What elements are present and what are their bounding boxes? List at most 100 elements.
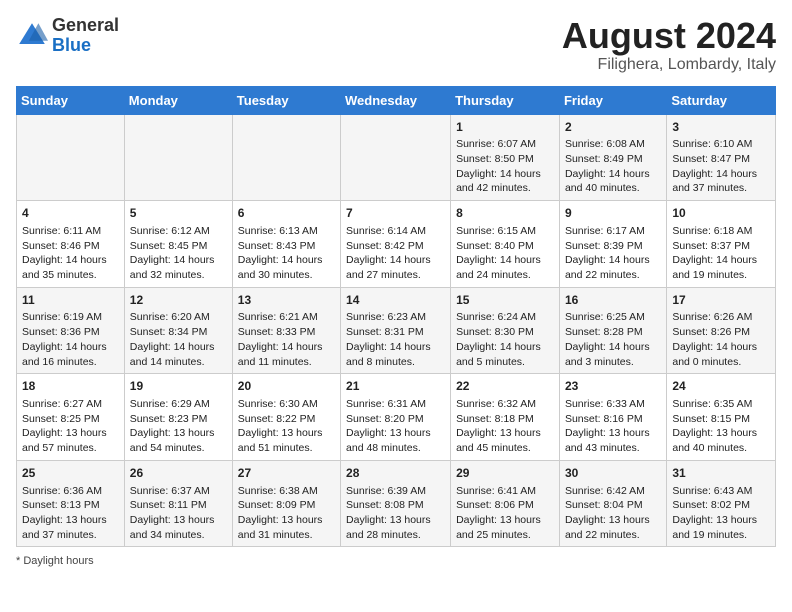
calendar-cell: 24Sunrise: 6:35 AMSunset: 8:15 PMDayligh…	[667, 374, 776, 461]
sunrise-text: Sunrise: 6:31 AM	[346, 398, 426, 410]
day-number: 4	[22, 205, 119, 222]
daylight-text: Daylight: 14 hours and 30 minutes.	[238, 254, 323, 281]
daylight-text: Daylight: 13 hours and 40 minutes.	[672, 427, 757, 454]
day-number: 3	[672, 119, 770, 136]
day-number: 30	[565, 465, 661, 482]
daylight-text: Daylight: 13 hours and 22 minutes.	[565, 514, 650, 541]
calendar-week-row: 4Sunrise: 6:11 AMSunset: 8:46 PMDaylight…	[17, 201, 776, 288]
sunrise-text: Sunrise: 6:27 AM	[22, 398, 102, 410]
day-number: 8	[456, 205, 554, 222]
sunrise-text: Sunrise: 6:17 AM	[565, 225, 645, 237]
day-number: 20	[238, 378, 335, 395]
calendar-cell	[232, 114, 340, 201]
day-number: 7	[346, 205, 445, 222]
day-number: 14	[346, 292, 445, 309]
sunrise-text: Sunrise: 6:23 AM	[346, 311, 426, 323]
month-year: August 2024	[562, 16, 776, 56]
sunset-text: Sunset: 8:33 PM	[238, 326, 316, 338]
daylight-text: Daylight: 14 hours and 11 minutes.	[238, 341, 323, 368]
day-number: 15	[456, 292, 554, 309]
calendar-cell: 28Sunrise: 6:39 AMSunset: 8:08 PMDayligh…	[341, 460, 451, 547]
logo-icon	[16, 20, 48, 52]
sunset-text: Sunset: 8:13 PM	[22, 499, 100, 511]
footer-note: * Daylight hours	[16, 555, 776, 567]
day-number: 22	[456, 378, 554, 395]
calendar-cell: 11Sunrise: 6:19 AMSunset: 8:36 PMDayligh…	[17, 287, 125, 374]
calendar-cell: 25Sunrise: 6:36 AMSunset: 8:13 PMDayligh…	[17, 460, 125, 547]
sunset-text: Sunset: 8:36 PM	[22, 326, 100, 338]
sunrise-text: Sunrise: 6:38 AM	[238, 485, 318, 497]
day-number: 5	[130, 205, 227, 222]
sunset-text: Sunset: 8:16 PM	[565, 413, 643, 425]
day-number: 12	[130, 292, 227, 309]
calendar-table: SundayMondayTuesdayWednesdayThursdayFrid…	[16, 86, 776, 548]
daylight-text: Daylight: 13 hours and 48 minutes.	[346, 427, 431, 454]
sunset-text: Sunset: 8:34 PM	[130, 326, 208, 338]
day-number: 26	[130, 465, 227, 482]
sunrise-text: Sunrise: 6:20 AM	[130, 311, 210, 323]
daylight-text: Daylight: 13 hours and 19 minutes.	[672, 514, 757, 541]
sunrise-text: Sunrise: 6:37 AM	[130, 485, 210, 497]
calendar-week-row: 1Sunrise: 6:07 AMSunset: 8:50 PMDaylight…	[17, 114, 776, 201]
header: General Blue August 2024 Filighera, Lomb…	[16, 16, 776, 74]
day-of-week-header: Friday	[559, 86, 666, 114]
sunset-text: Sunset: 8:23 PM	[130, 413, 208, 425]
calendar-cell: 10Sunrise: 6:18 AMSunset: 8:37 PMDayligh…	[667, 201, 776, 288]
calendar-week-row: 25Sunrise: 6:36 AMSunset: 8:13 PMDayligh…	[17, 460, 776, 547]
sunset-text: Sunset: 8:25 PM	[22, 413, 100, 425]
daylight-text: Daylight: 14 hours and 40 minutes.	[565, 168, 650, 195]
location: Filighera, Lombardy, Italy	[562, 56, 776, 74]
calendar-cell: 29Sunrise: 6:41 AMSunset: 8:06 PMDayligh…	[451, 460, 560, 547]
sunset-text: Sunset: 8:26 PM	[672, 326, 750, 338]
sunset-text: Sunset: 8:11 PM	[130, 499, 207, 511]
day-number: 6	[238, 205, 335, 222]
sunset-text: Sunset: 8:18 PM	[456, 413, 534, 425]
day-number: 10	[672, 205, 770, 222]
daylight-text: Daylight: 14 hours and 8 minutes.	[346, 341, 431, 368]
day-number: 28	[346, 465, 445, 482]
sunset-text: Sunset: 8:40 PM	[456, 240, 534, 252]
day-number: 29	[456, 465, 554, 482]
sunset-text: Sunset: 8:37 PM	[672, 240, 750, 252]
sunset-text: Sunset: 8:20 PM	[346, 413, 424, 425]
day-number: 31	[672, 465, 770, 482]
calendar-cell: 8Sunrise: 6:15 AMSunset: 8:40 PMDaylight…	[451, 201, 560, 288]
calendar-cell: 16Sunrise: 6:25 AMSunset: 8:28 PMDayligh…	[559, 287, 666, 374]
sunrise-text: Sunrise: 6:29 AM	[130, 398, 210, 410]
day-number: 17	[672, 292, 770, 309]
sunrise-text: Sunrise: 6:13 AM	[238, 225, 318, 237]
sunset-text: Sunset: 8:06 PM	[456, 499, 534, 511]
daylight-text: Daylight: 13 hours and 37 minutes.	[22, 514, 107, 541]
day-of-week-header: Thursday	[451, 86, 560, 114]
day-number: 1	[456, 119, 554, 136]
day-of-week-header: Monday	[124, 86, 232, 114]
calendar-cell: 2Sunrise: 6:08 AMSunset: 8:49 PMDaylight…	[559, 114, 666, 201]
daylight-text: Daylight: 14 hours and 3 minutes.	[565, 341, 650, 368]
calendar-cell: 22Sunrise: 6:32 AMSunset: 8:18 PMDayligh…	[451, 374, 560, 461]
sunset-text: Sunset: 8:42 PM	[346, 240, 424, 252]
daylight-text: Daylight: 14 hours and 14 minutes.	[130, 341, 215, 368]
sunrise-text: Sunrise: 6:26 AM	[672, 311, 752, 323]
calendar-cell: 9Sunrise: 6:17 AMSunset: 8:39 PMDaylight…	[559, 201, 666, 288]
title-area: August 2024 Filighera, Lombardy, Italy	[562, 16, 776, 74]
sunrise-text: Sunrise: 6:24 AM	[456, 311, 536, 323]
daylight-text: Daylight: 14 hours and 22 minutes.	[565, 254, 650, 281]
day-number: 27	[238, 465, 335, 482]
calendar-week-row: 18Sunrise: 6:27 AMSunset: 8:25 PMDayligh…	[17, 374, 776, 461]
sunrise-text: Sunrise: 6:32 AM	[456, 398, 536, 410]
daylight-text: Daylight: 13 hours and 34 minutes.	[130, 514, 215, 541]
sunrise-text: Sunrise: 6:19 AM	[22, 311, 102, 323]
daylight-text: Daylight: 14 hours and 37 minutes.	[672, 168, 757, 195]
day-number: 11	[22, 292, 119, 309]
day-number: 2	[565, 119, 661, 136]
daylight-text: Daylight: 13 hours and 25 minutes.	[456, 514, 541, 541]
sunrise-text: Sunrise: 6:18 AM	[672, 225, 752, 237]
daylight-text: Daylight: 13 hours and 51 minutes.	[238, 427, 323, 454]
sunset-text: Sunset: 8:39 PM	[565, 240, 643, 252]
daylight-text: Daylight: 14 hours and 32 minutes.	[130, 254, 215, 281]
sunrise-text: Sunrise: 6:25 AM	[565, 311, 645, 323]
sunrise-text: Sunrise: 6:43 AM	[672, 485, 752, 497]
daylight-text: Daylight: 14 hours and 5 minutes.	[456, 341, 541, 368]
sunset-text: Sunset: 8:30 PM	[456, 326, 534, 338]
calendar-cell: 21Sunrise: 6:31 AMSunset: 8:20 PMDayligh…	[341, 374, 451, 461]
